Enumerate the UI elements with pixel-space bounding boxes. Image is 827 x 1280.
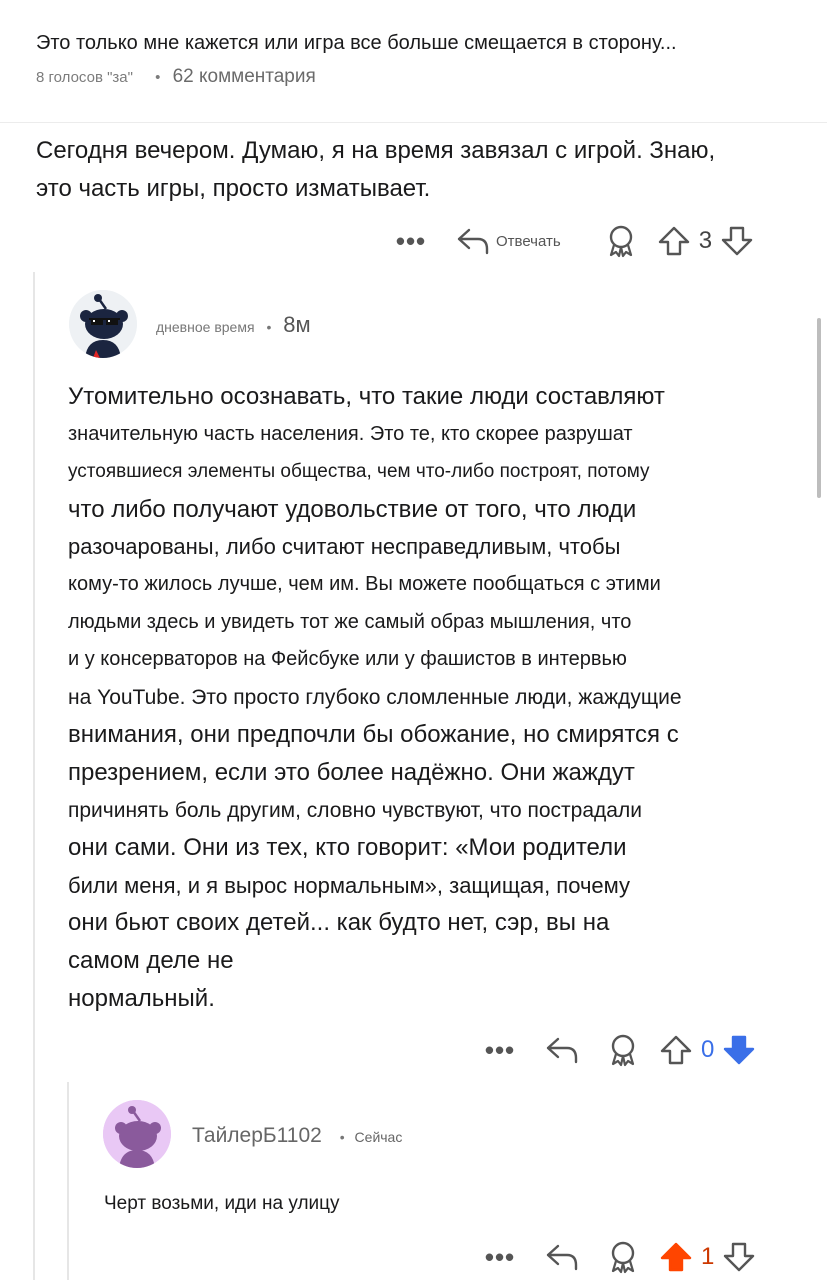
post-title[interactable]: Это только мне кажется или игра все боль… <box>36 32 677 55</box>
comment-1-header: дневное время • 8м <box>156 312 311 338</box>
comment-2-header: ТайлерБ1102 • Сейчас <box>192 1124 402 1148</box>
award-icon[interactable] <box>607 1240 639 1274</box>
comment-1-line: били меня, и я вырос нормальным», защища… <box>68 872 631 898</box>
comment-1-line: людьми здесь и увидеть тот же самый обра… <box>68 610 632 633</box>
downvote-icon[interactable] <box>720 225 754 257</box>
award-icon[interactable] <box>607 1033 639 1067</box>
comment-1-line: и у консерваторов на Фейсбуке или у фаши… <box>68 648 627 671</box>
downvote-icon[interactable] <box>722 1241 756 1273</box>
comment-1-line: нормальный. <box>68 984 215 1012</box>
more-icon[interactable]: ••• <box>394 228 428 254</box>
award-icon[interactable] <box>605 224 637 258</box>
post-meta: 8 голосов "за" • 62 комментария <box>36 66 316 88</box>
vote-count: 1 <box>701 1243 715 1270</box>
comment-0-line: это часть игры, просто изматывает. <box>36 175 431 202</box>
comment-1-body: Утомительно осознавать, что такие люди с… <box>68 378 798 1017</box>
author-name[interactable]: ТайлерБ1102 <box>192 1124 322 1147</box>
post-header: Это только мне кажется или игра все боль… <box>0 0 827 123</box>
vote-count: 0 <box>701 1036 715 1063</box>
author-name[interactable]: дневное время <box>156 319 255 335</box>
vote-count: 3 <box>698 227 713 254</box>
meta-dot: • <box>339 1129 345 1145</box>
meta-dot: • <box>266 319 272 335</box>
reply-label: Отвечать <box>496 232 561 250</box>
reply-icon <box>457 228 489 255</box>
comment-2-actions: ••• 1 <box>483 1240 756 1274</box>
comment-1-line: устоявшиеся элементы общества, чем что-л… <box>68 461 650 483</box>
more-icon[interactable]: ••• <box>483 1037 517 1063</box>
upvote-icon[interactable] <box>659 1241 693 1273</box>
reply-icon[interactable] <box>545 1035 579 1065</box>
comment-1-line: Утомительно осознавать, что такие люди с… <box>68 383 665 410</box>
comment-1-line: самом деле не <box>68 946 234 974</box>
comment-0-body: Сегодня вечером. Думаю, я на время завяз… <box>36 132 796 208</box>
thread-line[interactable] <box>33 272 35 1280</box>
avatar-icon <box>103 1100 171 1168</box>
comment-1-line: внимания, они предпочли бы обожание, но … <box>68 721 679 749</box>
comment-0-line: Сегодня вечером. Думаю, я на время завяз… <box>36 137 716 164</box>
downvote-icon[interactable] <box>722 1034 756 1066</box>
thread-line-nested[interactable] <box>67 1082 69 1280</box>
avatar[interactable] <box>69 290 137 358</box>
comment-1-line: причинять боль другим, словно чувствуют,… <box>68 798 642 822</box>
more-icon[interactable]: ••• <box>483 1244 517 1270</box>
comment-1-line: они сами. Они из тех, кто говорит: «Мои … <box>68 834 627 862</box>
comment-1-line: кому-то жилось лучше, чем им. Вы можете … <box>68 572 661 595</box>
comment-time: Сейчас <box>354 1129 403 1145</box>
scrollbar[interactable] <box>817 318 821 498</box>
post-votes: 8 голосов "за" <box>36 69 133 86</box>
comment-1-line: что либо получают удовольствие от того, … <box>68 495 637 523</box>
comment-1-line: они бьют своих детей... как будто нет, с… <box>68 909 610 937</box>
comment-1-line: разочарованы, либо считают несправедливы… <box>68 534 621 560</box>
comment-time: 8м <box>283 312 311 337</box>
reply-button[interactable]: Отвечать <box>456 226 561 256</box>
comment-1-line: на YouTube. Это просто глубоко сломленны… <box>68 685 682 709</box>
post-comments-count[interactable]: 62 комментария <box>173 66 316 87</box>
comment-1-actions: ••• 0 <box>483 1033 756 1067</box>
avatar-icon <box>69 290 137 358</box>
comment-0-actions: ••• Отвечать 3 <box>394 224 754 258</box>
avatar[interactable] <box>103 1100 171 1168</box>
upvote-icon[interactable] <box>657 225 691 257</box>
meta-dot: • <box>155 69 161 86</box>
comment-1-line: презрением, если это более надёжно. Они … <box>68 758 635 786</box>
reply-icon[interactable] <box>545 1242 579 1272</box>
upvote-icon[interactable] <box>659 1034 693 1066</box>
comment-2-body: Черт возьми, иди на улицу <box>104 1193 340 1214</box>
comment-1-line: значительную часть населения. Это те, кт… <box>68 422 633 445</box>
